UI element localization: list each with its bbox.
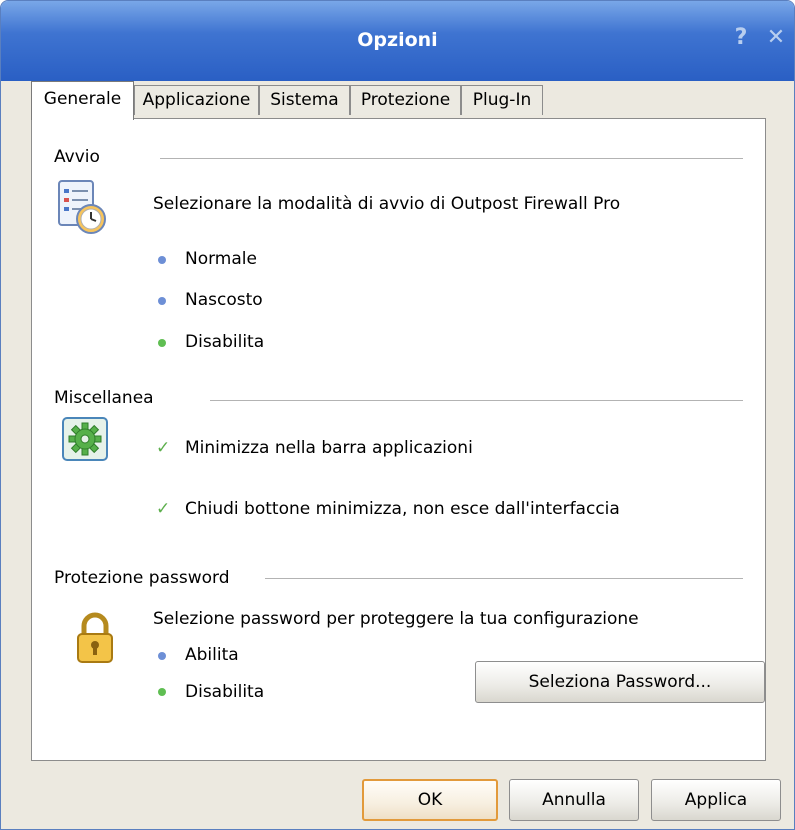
tab-panel-generale: Avvio Selezionare la modalità di avvio d… [31, 118, 766, 761]
option-label-disabilita-password[interactable]: Disabilita [185, 682, 264, 702]
clock-list-icon [57, 179, 109, 241]
help-button[interactable]: ? [728, 25, 754, 50]
options-dialog: Opzioni ? ✕ Generale Applicazione Sistem… [0, 0, 795, 830]
section-divider [210, 400, 743, 401]
tab-applicazione[interactable]: Applicazione [134, 85, 259, 115]
option-label-chiudi-bottone[interactable]: Chiudi bottone minimizza, non esce dall'… [185, 499, 620, 519]
section-divider [160, 158, 743, 159]
checkmark-icon[interactable]: ✓ [156, 438, 170, 458]
tab-generale[interactable]: Generale [31, 81, 134, 120]
section-heading-miscellanea: Miscellanea [54, 388, 154, 408]
startup-description: Selezionare la modalità di avvio di Outp… [153, 194, 621, 214]
option-label-abilita[interactable]: Abilita [185, 645, 239, 665]
section-heading-password: Protezione password [54, 568, 230, 588]
option-label-nascosto[interactable]: Nascosto [185, 290, 263, 310]
cancel-button[interactable]: Annulla [509, 779, 639, 821]
section-divider [265, 578, 743, 579]
option-label-disabilita-startup[interactable]: Disabilita [185, 332, 264, 352]
tab-protezione[interactable]: Protezione [350, 85, 461, 115]
padlock-icon [75, 611, 115, 669]
radio-normale[interactable] [158, 256, 166, 264]
tab-plugin[interactable]: Plug-In [461, 85, 543, 115]
ok-button[interactable]: OK [362, 779, 498, 821]
radio-nascosto[interactable] [158, 297, 166, 305]
radio-disabilita-startup[interactable] [158, 339, 166, 347]
radio-abilita[interactable] [158, 652, 166, 660]
section-heading-avvio: Avvio [54, 147, 100, 167]
radio-disabilita-password[interactable] [158, 688, 166, 696]
checkmark-icon[interactable]: ✓ [156, 499, 170, 519]
option-label-minimizza[interactable]: Minimizza nella barra applicazioni [185, 438, 473, 458]
set-password-button[interactable]: Seleziona Password... [475, 661, 765, 703]
title-bar[interactable]: Opzioni ? ✕ [1, 1, 794, 81]
gear-icon [61, 416, 109, 466]
password-description: Selezione password per proteggere la tua… [153, 609, 639, 629]
window-title: Opzioni [357, 29, 438, 51]
option-label-normale[interactable]: Normale [185, 249, 257, 269]
close-button[interactable]: ✕ [763, 25, 789, 50]
tab-sistema[interactable]: Sistema [259, 85, 350, 115]
apply-button[interactable]: Applica [651, 779, 781, 821]
